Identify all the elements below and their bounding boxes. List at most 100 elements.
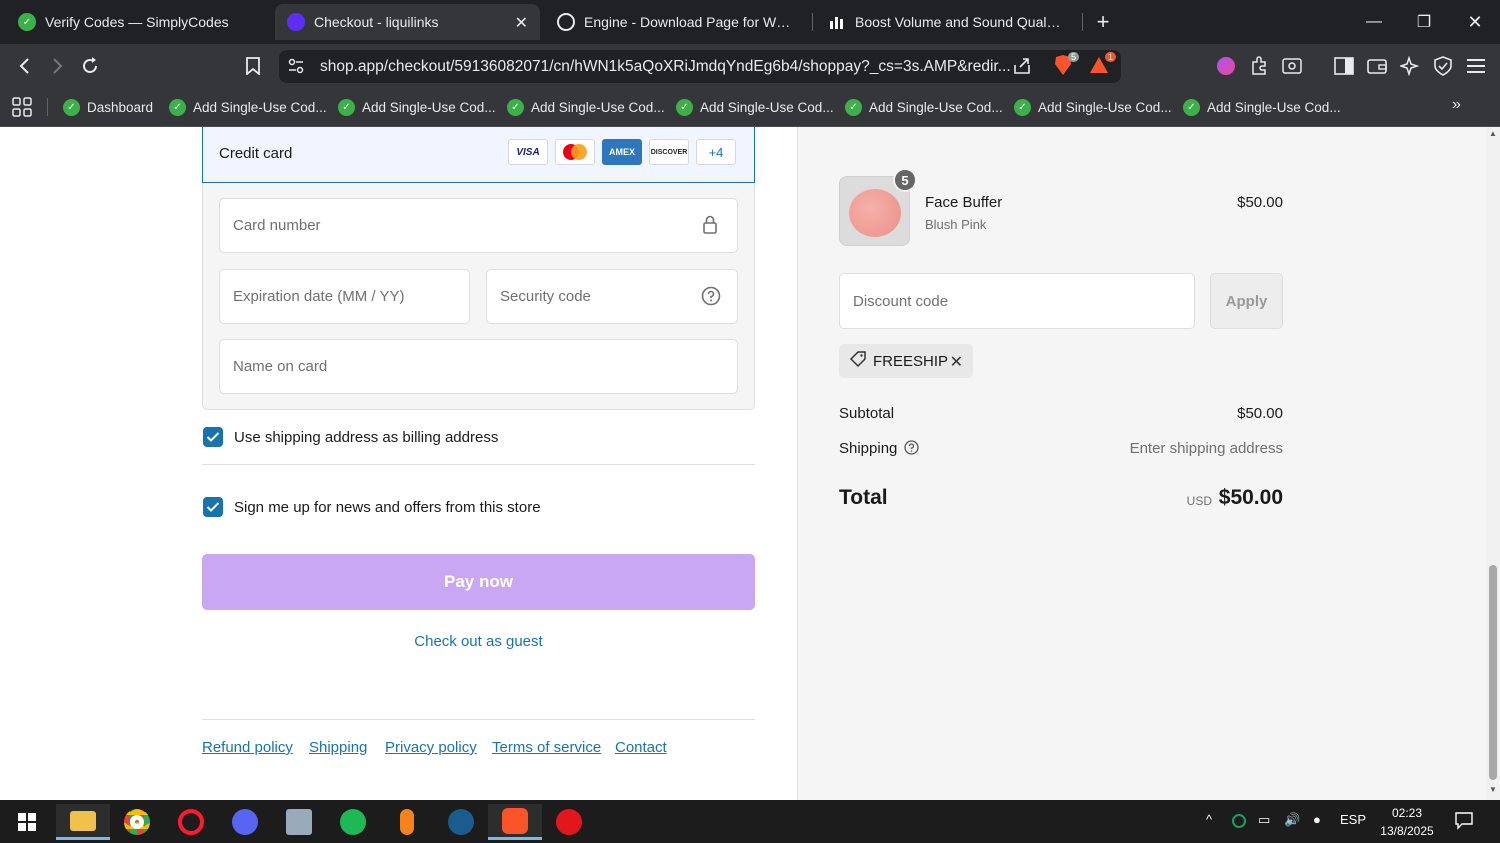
vpn-shield-icon[interactable] <box>1429 52 1457 80</box>
site-settings-icon[interactable] <box>288 58 304 79</box>
contact-link[interactable]: Contact <box>615 739 667 756</box>
scroll-up-arrow-icon[interactable]: ▲ <box>1489 129 1497 138</box>
name-on-card-field[interactable]: Name on card <box>219 339 738 394</box>
engine-icon <box>557 13 575 31</box>
steam-icon[interactable] <box>434 804 488 840</box>
security-code-field[interactable]: Security code <box>486 269 738 324</box>
new-tab-button[interactable]: + <box>1078 0 1128 44</box>
refund-policy-link[interactable]: Refund policy <box>202 739 293 756</box>
minimize-button[interactable]: — <box>1349 0 1399 44</box>
bookmark-item[interactable]: ✓ Add Single-Use Cod... <box>169 96 327 118</box>
show-hidden-icons-icon[interactable]: ^ <box>1206 812 1212 827</box>
remove-discount-icon[interactable]: ✕ <box>950 352 963 372</box>
card-number-placeholder: Card number <box>233 217 321 234</box>
ai-sparkle-icon[interactable] <box>1396 52 1424 80</box>
billing-same-checkbox[interactable] <box>203 427 223 447</box>
pay-now-button[interactable]: Pay now <box>202 554 755 610</box>
more-bookmarks-icon[interactable]: » <box>1452 96 1461 114</box>
bookmark-item[interactable]: ✓ Add Single-Use Cod... <box>338 96 496 118</box>
tab-checkout[interactable]: Checkout - liquilinks ✕ <box>275 4 540 40</box>
bookmark-item[interactable]: ✓ Add Single-Use Cod... <box>507 96 665 118</box>
spotify-icon[interactable] <box>326 804 380 840</box>
taskbar-clock[interactable]: 02:23 13/8/2025 <box>1372 804 1442 840</box>
discord-icon[interactable] <box>218 804 272 840</box>
simplycodes-icon: ✓ <box>1183 98 1200 116</box>
simplycodes-icon: ✓ <box>845 98 862 116</box>
subtotal-value: $50.00 <box>1237 405 1283 422</box>
scroll-down-arrow-icon[interactable]: ▼ <box>1489 785 1497 794</box>
screenshot-icon[interactable] <box>1278 52 1306 80</box>
brave-shields-icon[interactable]: 5 <box>1053 52 1079 78</box>
sidebar-icon[interactable] <box>1330 52 1358 80</box>
card-number-field[interactable]: Card number <box>219 198 738 253</box>
discount-code-field[interactable]: Discount code <box>839 273 1195 329</box>
help-circle-icon[interactable] <box>701 286 721 306</box>
shipping-help-icon[interactable] <box>904 440 919 460</box>
newsletter-checkbox[interactable] <box>203 497 223 517</box>
apps-grid-icon[interactable] <box>12 97 32 122</box>
bookmark-item[interactable]: ✓ Add Single-Use Cod... <box>1014 96 1172 118</box>
clock-time: 02:23 <box>1391 806 1423 820</box>
simplycodes-icon: ✓ <box>676 98 693 116</box>
photos-icon[interactable] <box>272 804 326 840</box>
newsletter-checkbox-row[interactable]: Sign me up for news and offers from this… <box>203 496 541 518</box>
shipping-link[interactable]: Shipping <box>309 739 367 756</box>
scrollbar-thumb[interactable] <box>1489 565 1497 780</box>
terms-of-service-link[interactable]: Terms of service <box>492 739 601 756</box>
close-tab-icon[interactable]: ✕ <box>515 13 528 33</box>
file-explorer-icon[interactable] <box>56 804 110 840</box>
leo-ai-icon[interactable] <box>1212 52 1240 80</box>
simplycodes-icon: ✓ <box>18 13 36 31</box>
notifications-icon[interactable] <box>1454 810 1474 833</box>
bookmark-dashboard[interactable]: ✓ Dashboard <box>63 96 153 118</box>
language-indicator[interactable]: ESP <box>1340 812 1366 827</box>
reload-icon[interactable] <box>76 52 104 80</box>
name-on-card-placeholder: Name on card <box>233 358 328 375</box>
tab-title: Checkout - liquilinks <box>314 14 439 30</box>
red-app-icon[interactable] <box>542 804 596 840</box>
share-icon[interactable] <box>1012 56 1032 81</box>
expiration-date-field[interactable]: Expiration date (MM / YY) <box>219 269 470 324</box>
bookmark-icon[interactable] <box>239 52 267 80</box>
chrome-icon[interactable] <box>110 804 164 840</box>
back-arrow-icon[interactable] <box>11 52 39 80</box>
bookmark-label: Add Single-Use Cod... <box>1038 99 1172 115</box>
extensions-icon[interactable] <box>1245 52 1273 80</box>
status-icon[interactable] <box>1232 814 1246 828</box>
close-window-button[interactable]: ✕ <box>1450 0 1500 44</box>
start-button[interactable] <box>0 804 54 840</box>
address-bar[interactable]: shop.app/checkout/59136082071/cn/hWN1k5a… <box>279 50 1121 83</box>
bookmark-item[interactable]: ✓ Add Single-Use Cod... <box>676 96 834 118</box>
expiration-placeholder: Expiration date (MM / YY) <box>233 288 405 305</box>
page-scrollbar[interactable]: ▲ ▼ <box>1486 127 1500 800</box>
billing-same-label: Use shipping address as billing address <box>234 428 499 446</box>
menu-icon[interactable] <box>1462 52 1490 80</box>
credit-card-option[interactable]: Credit card VISA AMEX DISCOVER +4 <box>202 127 755 183</box>
billing-same-checkbox-row[interactable]: Use shipping address as billing address <box>203 426 498 448</box>
simplycodes-icon: ✓ <box>63 98 80 116</box>
checkout-page: Credit card VISA AMEX DISCOVER +4 Card n… <box>0 127 1500 800</box>
bookmarks-bar: ✓ Dashboard ✓ Add Single-Use Cod... ✓ Add S… <box>0 88 1500 127</box>
brave-rewards-icon[interactable]: 1 <box>1089 52 1116 77</box>
bookmark-item[interactable]: ✓ Add Single-Use Cod... <box>1183 96 1341 118</box>
forward-arrow-icon[interactable] <box>43 52 71 80</box>
discount-code-placeholder: Discount code <box>853 293 949 310</box>
privacy-policy-link[interactable]: Privacy policy <box>385 739 477 756</box>
bookmark-label: Add Single-Use Cod... <box>362 99 496 115</box>
bookmark-label: Add Single-Use Cod... <box>1207 99 1341 115</box>
tab-title: Engine - Download Page for Window <box>584 14 793 30</box>
restore-button[interactable]: ❐ <box>1399 0 1449 44</box>
volume-icon[interactable]: 🔊 <box>1284 812 1300 828</box>
network-icon[interactable]: ▭ <box>1258 812 1270 828</box>
tab-engine[interactable]: Engine - Download Page for Window <box>545 4 805 40</box>
wallet-icon[interactable] <box>1363 52 1391 80</box>
microphone-icon[interactable]: ● <box>1313 812 1321 827</box>
apply-discount-button[interactable]: Apply <box>1210 273 1283 329</box>
tab-boost-volume[interactable]: Boost Volume and Sound Quality on <box>816 4 1074 40</box>
tab-simplycodes[interactable]: ✓ Verify Codes — SimplyCodes <box>6 4 268 40</box>
microphone-app-icon[interactable] <box>380 804 434 840</box>
checkout-as-guest-link[interactable]: Check out as guest <box>202 633 755 650</box>
brave-taskbar-icon[interactable] <box>488 804 542 840</box>
bookmark-item[interactable]: ✓ Add Single-Use Cod... <box>845 96 1003 118</box>
opera-icon[interactable] <box>164 804 218 840</box>
